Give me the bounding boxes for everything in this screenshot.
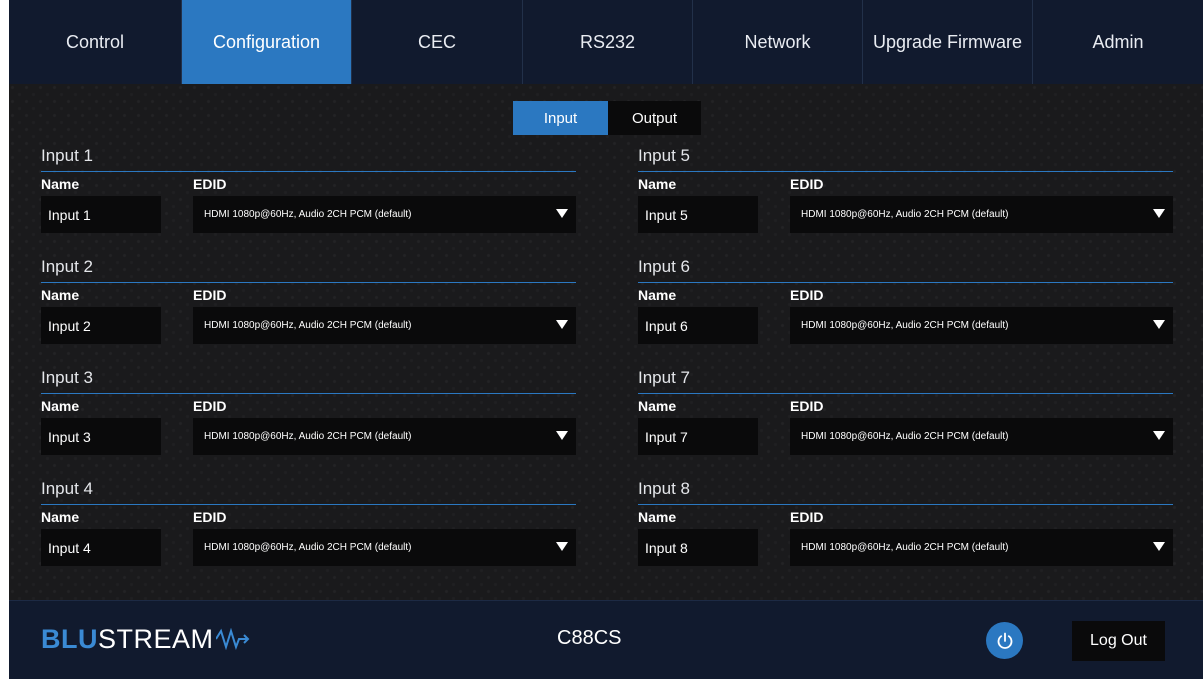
input-name-field[interactable]: Input 5 [638, 196, 758, 233]
input-name-field[interactable]: Input 4 [41, 529, 161, 566]
tab-rs232[interactable]: RS232 [523, 0, 693, 84]
input-title: Input 7 [638, 368, 690, 387]
log-out-button[interactable]: Log Out [1072, 621, 1165, 661]
edid-select[interactable]: HDMI 1080p@60Hz, Audio 2CH PCM (default) [790, 196, 1173, 233]
footer-bar: BLUSTREAM C88CS Log Out [9, 600, 1203, 679]
power-button[interactable] [986, 622, 1023, 659]
output-toggle-button[interactable]: Output [608, 101, 701, 135]
input-title: Input 1 [41, 146, 93, 165]
edid-label: EDID [193, 398, 227, 414]
dropdown-arrow-icon [556, 431, 568, 440]
input-title: Input 4 [41, 479, 93, 498]
edid-select-value: HDMI 1080p@60Hz, Audio 2CH PCM (default) [801, 431, 1009, 442]
divider [638, 171, 1173, 172]
name-label: Name [638, 509, 677, 525]
input-name-field[interactable]: Input 7 [638, 418, 758, 455]
edid-label: EDID [193, 176, 227, 192]
logo-wave-arrow-icon [215, 628, 249, 650]
edid-select[interactable]: HDMI 1080p@60Hz, Audio 2CH PCM (default) [790, 529, 1173, 566]
edid-label: EDID [193, 287, 227, 303]
edid-select-value: HDMI 1080p@60Hz, Audio 2CH PCM (default) [801, 209, 1009, 220]
divider [638, 504, 1173, 505]
input-name-field[interactable]: Input 3 [41, 418, 161, 455]
edid-select-value: HDMI 1080p@60Hz, Audio 2CH PCM (default) [204, 542, 412, 553]
edid-select-value: HDMI 1080p@60Hz, Audio 2CH PCM (default) [204, 431, 412, 442]
divider [41, 393, 576, 394]
dropdown-arrow-icon [1153, 431, 1165, 440]
device-model-label: C88CS [557, 627, 622, 649]
dropdown-arrow-icon [556, 320, 568, 329]
divider [41, 171, 576, 172]
input-title: Input 6 [638, 257, 690, 276]
top-nav: Control Configuration CEC RS232 Network … [9, 0, 1203, 84]
edid-select-value: HDMI 1080p@60Hz, Audio 2CH PCM (default) [801, 320, 1009, 331]
name-label: Name [41, 287, 80, 303]
edid-select[interactable]: HDMI 1080p@60Hz, Audio 2CH PCM (default) [193, 418, 576, 455]
tab-configuration[interactable]: Configuration [182, 0, 352, 84]
input-title: Input 3 [41, 368, 93, 387]
tab-admin[interactable]: Admin [1033, 0, 1203, 84]
dropdown-arrow-icon [556, 542, 568, 551]
input-output-toggle: Input Output [513, 101, 701, 135]
edid-select[interactable]: HDMI 1080p@60Hz, Audio 2CH PCM (default) [193, 307, 576, 344]
input-title: Input 8 [638, 479, 690, 498]
input-name-field[interactable]: Input 6 [638, 307, 758, 344]
logo-text-rest: STREAM [98, 623, 214, 654]
edid-select-value: HDMI 1080p@60Hz, Audio 2CH PCM (default) [204, 209, 412, 220]
power-icon [997, 632, 1012, 649]
name-label: Name [638, 398, 677, 414]
edid-select-value: HDMI 1080p@60Hz, Audio 2CH PCM (default) [204, 320, 412, 331]
edid-label: EDID [193, 509, 227, 525]
name-label: Name [41, 176, 80, 192]
configuration-panel: Input Output Input 1 Name EDID Input 1 H… [9, 84, 1203, 600]
edid-label: EDID [790, 287, 824, 303]
input-name-field[interactable]: Input 1 [41, 196, 161, 233]
name-label: Name [41, 509, 80, 525]
input-title: Input 2 [41, 257, 93, 276]
tab-control[interactable]: Control [9, 0, 182, 84]
input-toggle-button[interactable]: Input [513, 101, 608, 135]
dropdown-arrow-icon [556, 209, 568, 218]
divider [638, 393, 1173, 394]
divider [41, 504, 576, 505]
dropdown-arrow-icon [1153, 542, 1165, 551]
blustream-logo: BLUSTREAM [41, 623, 250, 655]
name-label: Name [638, 287, 677, 303]
divider [638, 282, 1173, 283]
input-name-field[interactable]: Input 8 [638, 529, 758, 566]
edid-select[interactable]: HDMI 1080p@60Hz, Audio 2CH PCM (default) [790, 418, 1173, 455]
logo-text-bold: BLU [41, 623, 98, 654]
name-label: Name [41, 398, 80, 414]
edid-select-value: HDMI 1080p@60Hz, Audio 2CH PCM (default) [801, 542, 1009, 553]
input-title: Input 5 [638, 146, 690, 165]
edid-select[interactable]: HDMI 1080p@60Hz, Audio 2CH PCM (default) [193, 196, 576, 233]
tab-cec[interactable]: CEC [352, 0, 523, 84]
name-label: Name [638, 176, 677, 192]
divider [41, 282, 576, 283]
edid-label: EDID [790, 509, 824, 525]
tab-network[interactable]: Network [693, 0, 863, 84]
edid-select[interactable]: HDMI 1080p@60Hz, Audio 2CH PCM (default) [193, 529, 576, 566]
dropdown-arrow-icon [1153, 320, 1165, 329]
dropdown-arrow-icon [1153, 209, 1165, 218]
input-name-field[interactable]: Input 2 [41, 307, 161, 344]
tab-upgrade-firmware[interactable]: Upgrade Firmware [863, 0, 1033, 84]
app-window: Control Configuration CEC RS232 Network … [9, 0, 1203, 679]
edid-label: EDID [790, 176, 824, 192]
edid-select[interactable]: HDMI 1080p@60Hz, Audio 2CH PCM (default) [790, 307, 1173, 344]
edid-label: EDID [790, 398, 824, 414]
